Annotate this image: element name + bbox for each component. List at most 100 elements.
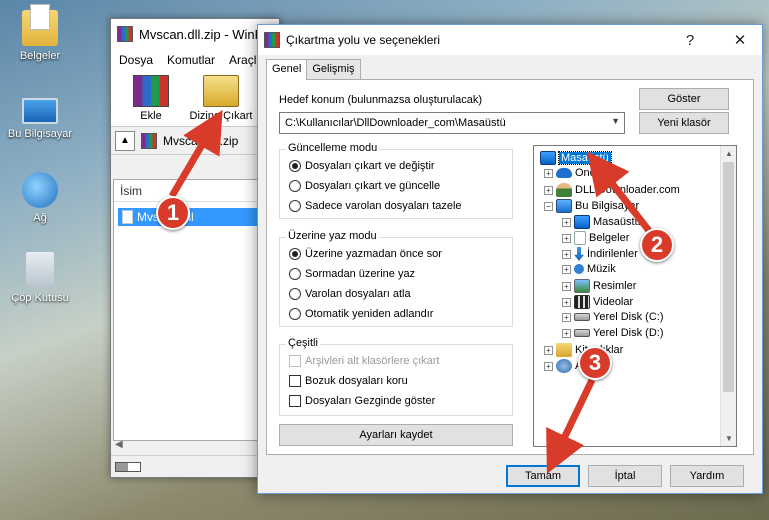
update-option-replace[interactable]: Dosyaları çıkart ve değiştir bbox=[289, 160, 435, 172]
tree-item-desktop-root[interactable]: Masaüstü bbox=[540, 151, 612, 165]
expand-icon[interactable]: + bbox=[562, 297, 571, 307]
tree-item-desktop[interactable]: + Masaüstü bbox=[562, 215, 641, 229]
expand-icon[interactable]: + bbox=[562, 233, 571, 243]
expand-icon[interactable]: + bbox=[544, 185, 553, 195]
add-button[interactable]: Ekle bbox=[121, 75, 181, 122]
user-icon bbox=[556, 183, 572, 197]
libraries-icon bbox=[556, 343, 572, 357]
tree-item-downloads[interactable]: + İndirilenler bbox=[562, 247, 638, 261]
expand-icon[interactable]: + bbox=[562, 312, 571, 322]
menu-commands[interactable]: Komutlar bbox=[167, 53, 215, 67]
tree-item-user[interactable]: + DLL Downloader.com bbox=[544, 183, 680, 197]
destination-path-combo[interactable]: C:\Kullanıcılar\DllDownloader_com\Masaüs… bbox=[279, 112, 625, 134]
misc-option-keep-broken[interactable]: Bozuk dosyaları koru bbox=[289, 375, 408, 387]
tree-item-this-pc[interactable]: − Bu Bilgisayar bbox=[544, 199, 639, 213]
tree-item-music[interactable]: + Müzik bbox=[562, 263, 616, 275]
tree-vertical-scrollbar[interactable]: ▲ ▼ bbox=[720, 146, 736, 446]
radio-icon[interactable] bbox=[289, 180, 301, 192]
option-label: Arşivleri alt klasörlere çıkart bbox=[305, 355, 440, 367]
scroll-left-icon: ◀ bbox=[115, 439, 123, 450]
extract-to-button[interactable]: Dizine Çıkart bbox=[190, 75, 252, 122]
menu-file[interactable]: Dosya bbox=[119, 53, 153, 67]
up-folder-button[interactable]: ▲ bbox=[115, 130, 135, 151]
expand-icon[interactable]: + bbox=[544, 168, 553, 178]
overwrite-option-rename[interactable]: Otomatik yeniden adlandır bbox=[289, 308, 433, 320]
expand-icon[interactable]: + bbox=[562, 328, 571, 338]
file-list[interactable]: İsim Mvscan.dll bbox=[113, 179, 279, 441]
checkbox-icon[interactable] bbox=[289, 395, 301, 407]
downloads-icon bbox=[574, 247, 584, 261]
show-button[interactable]: Göster bbox=[639, 88, 729, 110]
new-folder-button[interactable]: Yeni klasör bbox=[639, 112, 729, 134]
expand-icon[interactable]: + bbox=[562, 281, 571, 291]
desktop-icon-network[interactable]: Ağ bbox=[4, 172, 76, 224]
misc-option-subfolders: Arşivleri alt klasörlere çıkart bbox=[289, 355, 439, 367]
update-option-update[interactable]: Dosyaları çıkart ve güncelle bbox=[289, 180, 440, 192]
radio-icon[interactable] bbox=[289, 268, 301, 280]
horizontal-scrollbar[interactable]: ◀ bbox=[115, 439, 279, 453]
save-settings-button[interactable]: Ayarları kaydet bbox=[279, 424, 513, 446]
tree-item-local-disk-d[interactable]: + Yerel Disk (D:) bbox=[562, 327, 664, 339]
radio-selected-icon[interactable] bbox=[289, 248, 301, 260]
tree-item-videos[interactable]: + Videolar bbox=[562, 295, 633, 309]
archive-path: Mvscan.dll.zip bbox=[163, 133, 239, 148]
dialog-tabs: Genel Gelişmiş bbox=[266, 59, 361, 80]
radio-icon[interactable] bbox=[289, 288, 301, 300]
music-icon bbox=[574, 264, 584, 274]
ok-button[interactable]: Tamam bbox=[506, 465, 580, 487]
tree-item-documents[interactable]: + Belgeler bbox=[562, 231, 629, 245]
pictures-icon bbox=[574, 279, 590, 293]
scroll-down-icon[interactable]: ▼ bbox=[721, 434, 736, 443]
tree-item-pictures[interactable]: + Resimler bbox=[562, 279, 636, 293]
expand-icon[interactable]: + bbox=[562, 217, 571, 227]
scroll-thumb[interactable] bbox=[723, 162, 734, 392]
expand-icon[interactable]: + bbox=[562, 264, 571, 274]
desktop-icon-documents[interactable]: Belgeler bbox=[4, 4, 76, 62]
winrar-menubar: Dosya Komutlar Araçlar bbox=[111, 49, 279, 71]
desktop-icon-recycle-bin[interactable]: Çöp Kutusu bbox=[4, 252, 76, 304]
overwrite-option-ask[interactable]: Üzerine yazmadan önce sor bbox=[289, 248, 442, 260]
dialog-titlebar[interactable]: Çıkartma yolu ve seçenekleri ? ✕ bbox=[258, 25, 762, 55]
expand-icon[interactable]: + bbox=[562, 249, 571, 259]
help-button[interactable]: Yardım bbox=[670, 465, 744, 487]
help-title-button[interactable]: ? bbox=[668, 25, 712, 55]
tree-item-label: Videolar bbox=[593, 296, 634, 308]
chevron-down-icon[interactable]: ▼ bbox=[611, 116, 620, 126]
step-2-badge: 2 bbox=[640, 228, 674, 262]
tab-general[interactable]: Genel bbox=[266, 59, 308, 80]
expand-icon[interactable]: + bbox=[544, 361, 553, 371]
option-label: Otomatik yeniden adlandır bbox=[305, 308, 434, 320]
overwrite-mode-title: Üzerine yaz modu bbox=[286, 230, 379, 242]
onedrive-icon bbox=[556, 168, 572, 178]
this-pc-icon bbox=[556, 199, 572, 213]
list-item[interactable]: Mvscan.dll bbox=[118, 208, 274, 226]
misc-option-show-in-explorer[interactable]: Dosyaları Gezginde göster bbox=[289, 395, 435, 407]
checkbox-disabled-icon bbox=[289, 355, 301, 367]
radio-icon[interactable] bbox=[289, 200, 301, 212]
option-label: Dosyaları Gezginde göster bbox=[305, 395, 436, 407]
expand-icon[interactable]: + bbox=[544, 345, 553, 355]
radio-selected-icon[interactable] bbox=[289, 160, 301, 172]
checkbox-icon[interactable] bbox=[289, 375, 301, 387]
overwrite-option-without-prompt[interactable]: Sormadan üzerine yaz bbox=[289, 268, 415, 280]
tab-advanced[interactable]: Gelişmiş bbox=[306, 59, 361, 80]
folder-tree[interactable]: Masaüstü + OneDrive + DLL Downloader.com… bbox=[533, 145, 737, 447]
overwrite-option-skip[interactable]: Varolan dosyaları atla bbox=[289, 288, 411, 300]
desktop-icon-this-pc[interactable]: Bu Bilgisayar bbox=[4, 92, 76, 140]
cancel-button[interactable]: İptal bbox=[588, 465, 662, 487]
update-mode-title: Güncelleme modu bbox=[286, 142, 380, 154]
scroll-up-icon[interactable]: ▲ bbox=[721, 149, 736, 158]
extraction-dialog: Çıkartma yolu ve seçenekleri ? ✕ Genel G… bbox=[257, 24, 763, 494]
radio-icon[interactable] bbox=[289, 308, 301, 320]
tree-item-label: İndirilenler bbox=[587, 248, 638, 260]
close-button[interactable]: ✕ bbox=[718, 25, 762, 55]
column-header-name[interactable]: İsim bbox=[114, 180, 278, 202]
update-option-freshen[interactable]: Sadece varolan dosyaları tazele bbox=[289, 200, 462, 212]
tree-item-onedrive[interactable]: + OneDrive bbox=[544, 167, 621, 179]
option-label: Dosyaları çıkart ve değiştir bbox=[305, 160, 435, 172]
tree-item-local-disk-c[interactable]: + Yerel Disk (C:) bbox=[562, 311, 664, 323]
option-label: Üzerine yazmadan önce sor bbox=[305, 248, 442, 260]
winrar-pathbar: ▲ Mvscan.dll.zip bbox=[111, 127, 279, 155]
winrar-titlebar[interactable]: Mvscan.dll.zip - WinRAR bbox=[111, 19, 279, 49]
collapse-icon[interactable]: − bbox=[544, 201, 553, 211]
